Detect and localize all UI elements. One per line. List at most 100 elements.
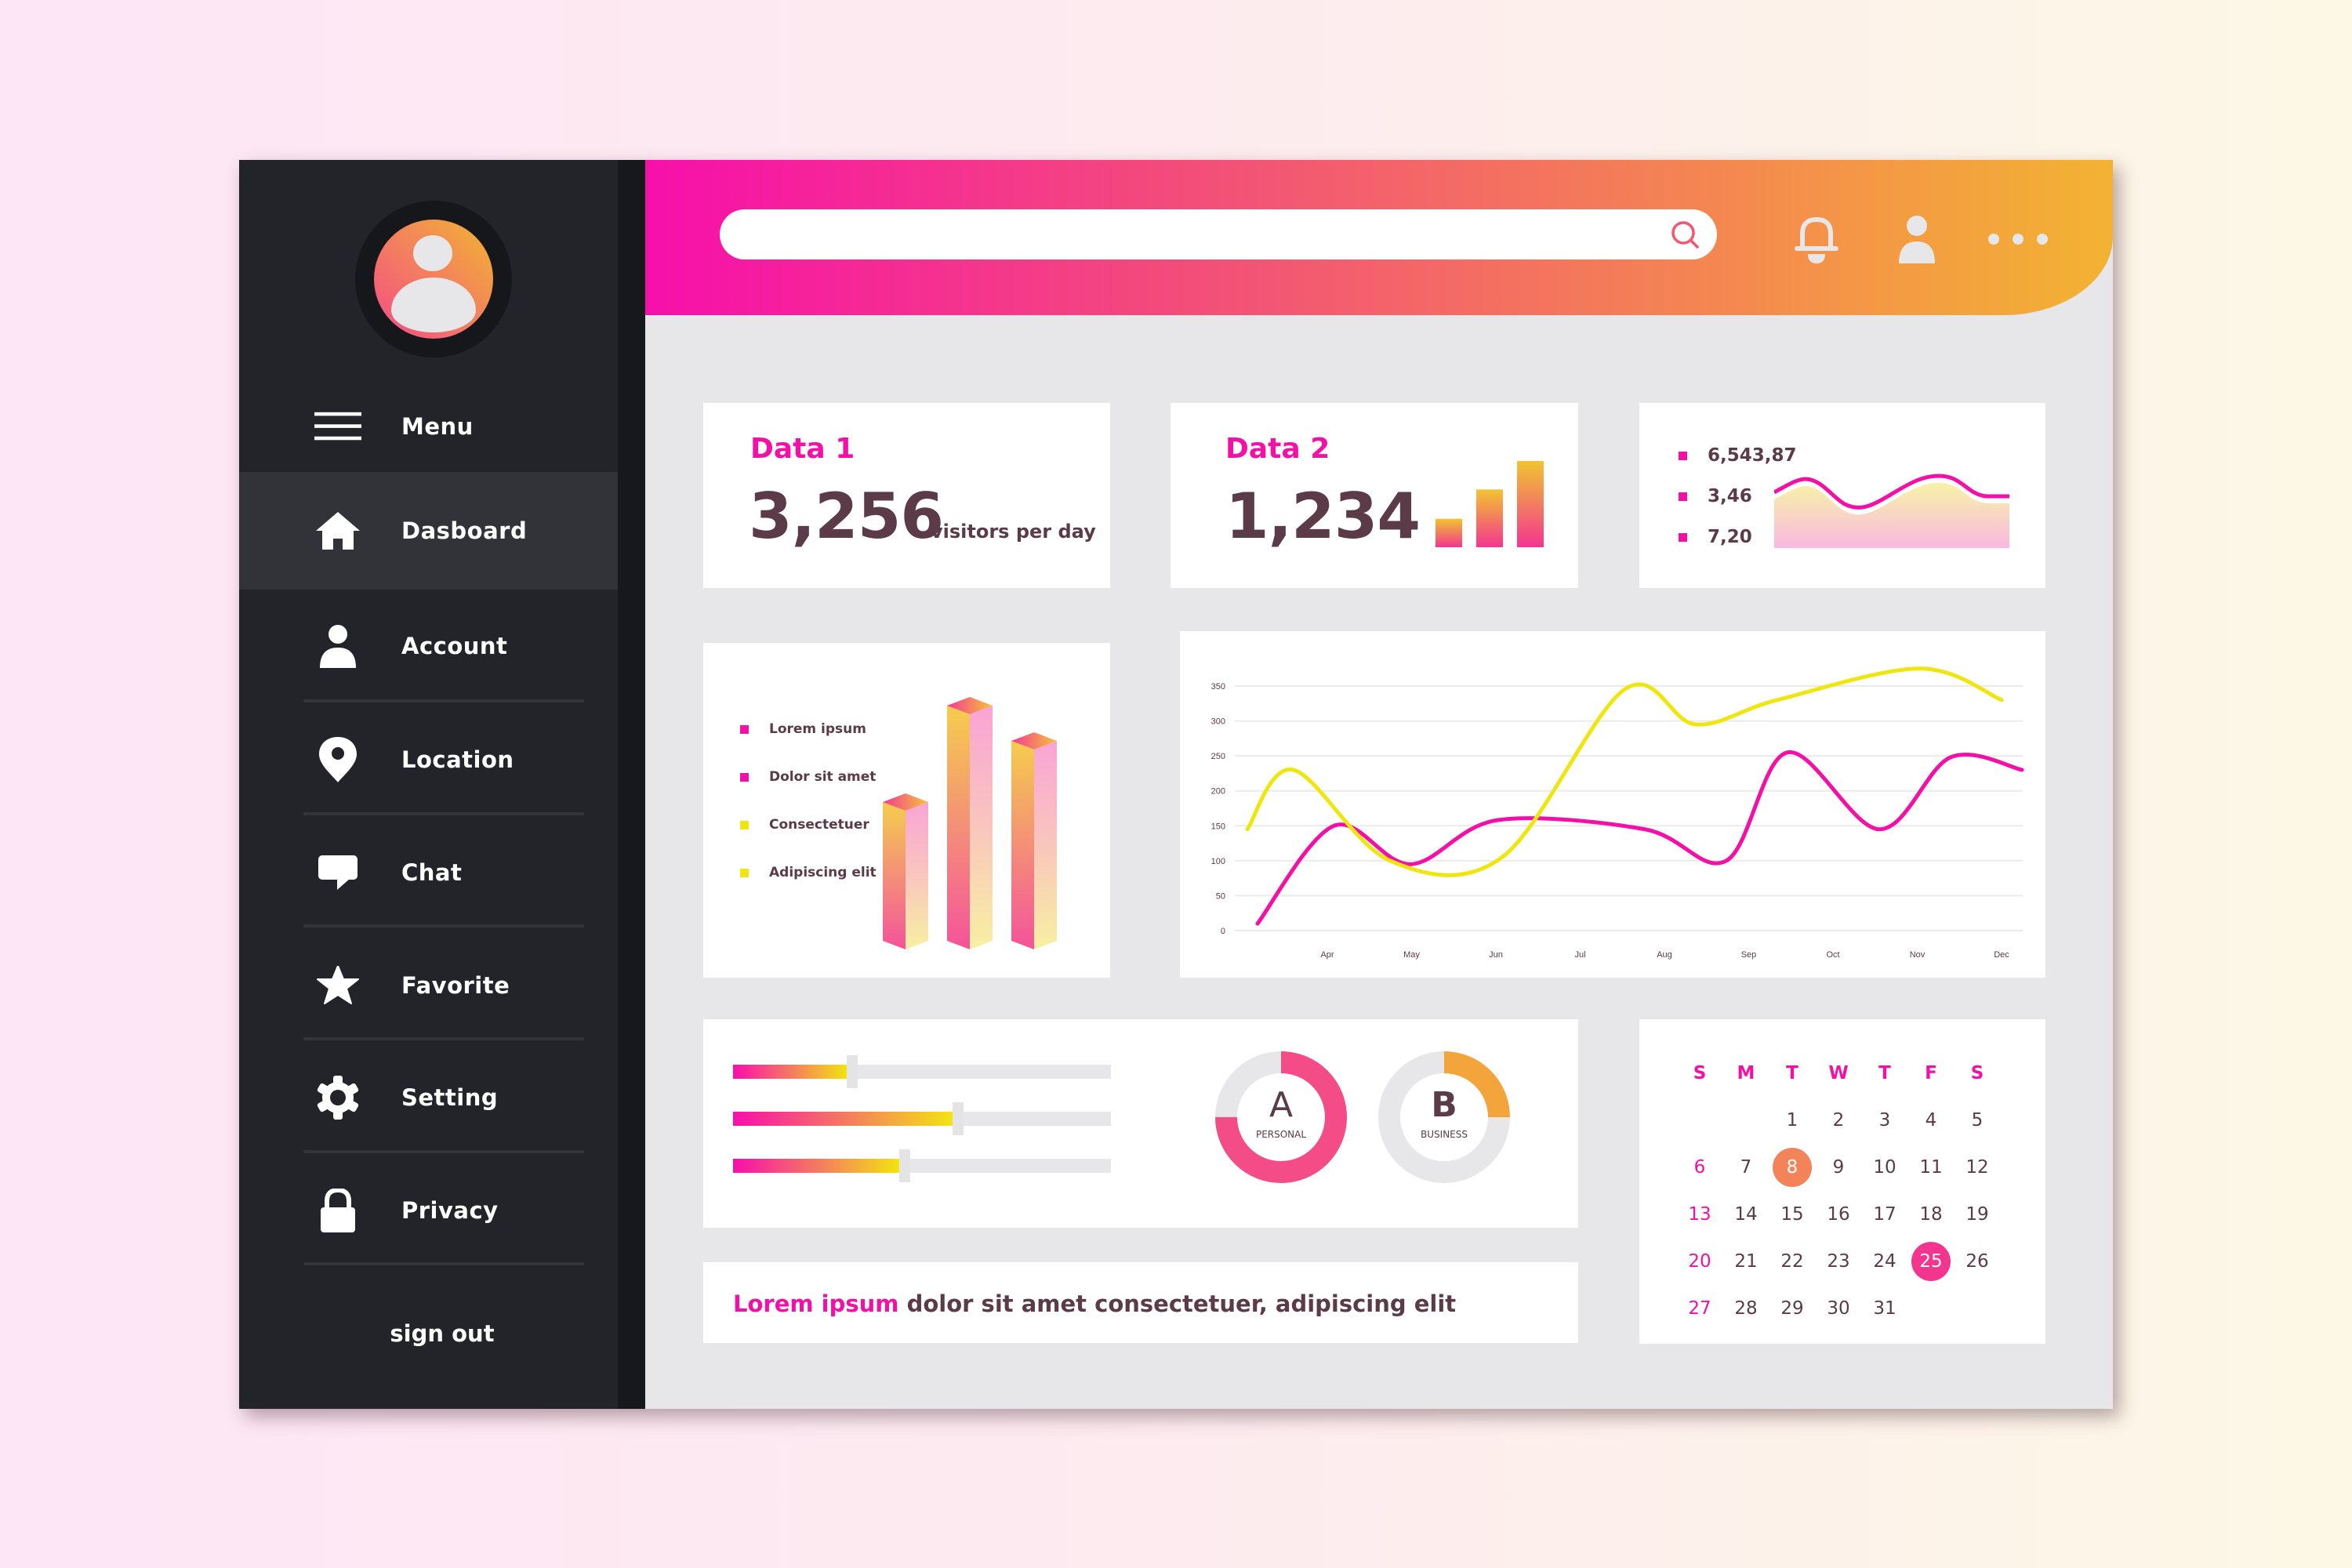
calendar-day[interactable]: 4	[1911, 1101, 1951, 1140]
progress-slider-3[interactable]	[733, 1149, 1111, 1182]
calendar-day[interactable]: 15	[1773, 1195, 1812, 1234]
weekday-label: M	[1737, 1063, 1755, 1083]
sidebar-item-label: Privacy	[401, 1197, 499, 1224]
message-text: Lorem ipsum dolor sit amet consectetuer,…	[733, 1290, 1456, 1317]
calendar-day[interactable]: 16	[1819, 1195, 1858, 1234]
stats-card: 6,543,87 3,46 7,20	[1639, 403, 2045, 588]
profile-avatar[interactable]	[355, 201, 512, 358]
calendar-day[interactable]: 14	[1726, 1195, 1766, 1234]
calendar-day[interactable]: 10	[1865, 1148, 1904, 1187]
sidebar-item-label: Dasboard	[401, 517, 528, 544]
user-icon	[314, 622, 361, 670]
calendar-day[interactable]: 27	[1680, 1289, 1719, 1328]
sparkline-area-chart	[1774, 474, 2009, 548]
sidebar-item-label: Setting	[401, 1084, 499, 1111]
calendar-day[interactable]: 3	[1865, 1101, 1904, 1140]
calendar-day[interactable]: 9	[1819, 1148, 1858, 1187]
calendar-day[interactable]: 25	[1911, 1242, 1951, 1281]
calendar-day[interactable]: 17	[1865, 1195, 1904, 1234]
mini-bar-chart	[1436, 461, 1544, 547]
x-tick-label: Apr	[1320, 950, 1334, 960]
data1-unit: visitors per day	[931, 521, 1096, 543]
calendar-day[interactable]: 20	[1680, 1242, 1719, 1281]
data1-title: Data 1	[750, 433, 855, 465]
line-chart: 0 50 100 150 200 250 300 350 Apr May Jun Jul Aug Sep O…	[1211, 666, 2024, 960]
series-line-yellow	[1245, 666, 2004, 877]
weekday-label: T	[1786, 1063, 1798, 1083]
calendar-day[interactable]: 1	[1773, 1101, 1812, 1140]
sidebar-item-location[interactable]: Location	[239, 709, 618, 811]
calendar-day[interactable]: 2	[1819, 1101, 1858, 1140]
slider-thumb[interactable]	[846, 1055, 858, 1088]
star-icon	[314, 962, 361, 1009]
calendar-day[interactable]: 23	[1819, 1242, 1858, 1281]
legend-swatch	[740, 820, 749, 829]
calendar-day[interactable]: 6	[1680, 1148, 1719, 1187]
search-icon[interactable]	[1670, 220, 1700, 249]
divider	[303, 1037, 584, 1040]
donut-label: PERSONAL	[1255, 1129, 1307, 1140]
data1-card: Data 1 3,256 visitors per day	[703, 403, 1110, 588]
legend-swatch	[740, 772, 749, 782]
calendar-day[interactable]: 12	[1958, 1148, 1997, 1187]
calendar-day[interactable]: 30	[1819, 1289, 1858, 1328]
weekday-label: W	[1828, 1063, 1849, 1083]
calendar-day[interactable]: 26	[1958, 1242, 1997, 1281]
calendar-day[interactable]: 28	[1726, 1289, 1766, 1328]
donut-letter: B	[1431, 1085, 1457, 1125]
sidebar-item-label: Favorite	[401, 972, 510, 999]
slider-thumb[interactable]	[952, 1102, 964, 1135]
calendar-day[interactable]: 29	[1773, 1289, 1812, 1328]
sidebar-item-chat[interactable]: Chat	[239, 822, 618, 924]
calendar-day[interactable]: 24	[1865, 1242, 1904, 1281]
more-dots-icon[interactable]	[1983, 215, 2053, 265]
y-tick-label: 100	[1211, 857, 1225, 866]
progress-slider-2[interactable]	[733, 1102, 1111, 1135]
calendar-day[interactable]: 8	[1773, 1148, 1812, 1187]
sidebar-item-label: Chat	[401, 859, 463, 886]
calendar-day[interactable]: 7	[1726, 1148, 1766, 1187]
calendar-day[interactable]: 18	[1911, 1195, 1951, 1234]
weekday-label: F	[1925, 1063, 1937, 1083]
donut-business: B BUSINESS	[1377, 1051, 1511, 1184]
top-bar	[645, 160, 2113, 315]
legend-label: Consectetuer	[769, 817, 869, 833]
weekday-label: T	[1878, 1063, 1891, 1083]
calendar-day[interactable]: 21	[1726, 1242, 1766, 1281]
calendar-day[interactable]: 11	[1911, 1148, 1951, 1187]
menu-toggle[interactable]: Menu	[239, 405, 618, 448]
sidebar-item-account[interactable]: Account	[239, 599, 618, 693]
avatar-icon	[374, 220, 493, 339]
divider	[303, 699, 584, 702]
calendar-day[interactable]: 19	[1958, 1195, 1997, 1234]
menu-label: Menu	[401, 413, 474, 440]
slider-thumb[interactable]	[899, 1149, 911, 1182]
slider-fill	[733, 1065, 847, 1079]
weekday-label: S	[1970, 1063, 1984, 1083]
bell-icon[interactable]	[1791, 215, 1842, 265]
x-tick-label: Aug	[1657, 950, 1672, 960]
calendar-day[interactable]: 5	[1958, 1101, 1997, 1140]
calendar-day[interactable]: 13	[1680, 1195, 1719, 1234]
user-icon[interactable]	[1892, 215, 1942, 265]
search-bar[interactable]	[720, 209, 1717, 260]
y-tick-label: 350	[1211, 682, 1225, 691]
y-tick-label: 150	[1211, 822, 1225, 831]
y-tick-label: 300	[1211, 717, 1225, 727]
data2-card: Data 2 1,234	[1171, 403, 1578, 588]
x-tick-label: May	[1403, 950, 1420, 960]
calendar-day[interactable]: 31	[1865, 1289, 1904, 1328]
sign-out-button[interactable]: sign out	[239, 1320, 645, 1347]
sidebar-item-dashboard[interactable]: Dasboard	[239, 472, 618, 590]
lock-icon	[314, 1187, 361, 1234]
sidebar-item-privacy[interactable]: Privacy	[239, 1160, 618, 1261]
sidebar-item-setting[interactable]: Setting	[239, 1047, 618, 1149]
x-tick-label: Oct	[1826, 950, 1839, 960]
series-line-pink	[1255, 750, 2024, 926]
progress-slider-1[interactable]	[733, 1055, 1111, 1088]
hamburger-icon	[314, 403, 361, 450]
message-rest: dolor sit amet consectetuer, adipiscing …	[898, 1290, 1457, 1317]
sidebar-item-favorite[interactable]: Favorite	[239, 935, 618, 1036]
search-input[interactable]	[740, 217, 1668, 253]
calendar-day[interactable]: 22	[1773, 1242, 1812, 1281]
